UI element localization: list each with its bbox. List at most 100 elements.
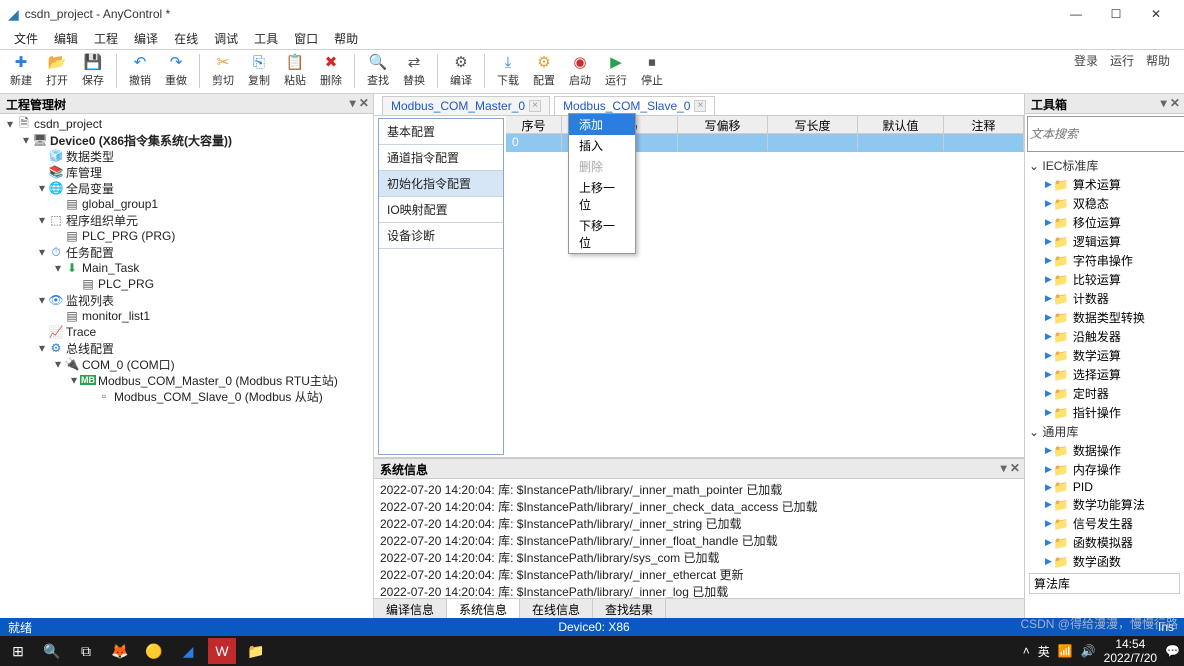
tree-twisty-icon[interactable]: ▾ (36, 341, 48, 355)
tree-node[interactable]: ▾⏱任务配置 (4, 244, 369, 260)
tree-twisty-icon[interactable]: ▾ (20, 133, 32, 147)
toolbox-item[interactable]: ▶📁指针操作 (1027, 403, 1182, 422)
search-icon[interactable]: 🔍 (38, 638, 66, 664)
toolbox-item[interactable]: ▶📁数学功能算法 (1027, 495, 1182, 514)
toolbox-item[interactable]: ▶📁比较运算 (1027, 270, 1182, 289)
tree-node[interactable]: ▾MBModbus_COM_Master_0 (Modbus RTU主站) (4, 372, 369, 388)
syslog-close-icon[interactable]: ▾ ✕ (1001, 461, 1020, 475)
ime-icon[interactable]: 英 (1038, 643, 1050, 660)
config-item[interactable]: 通道指令配置 (379, 145, 503, 171)
context-menu-item[interactable]: 添加 (569, 114, 635, 135)
menu-item[interactable]: 文件 (6, 28, 46, 49)
tree-node[interactable]: ▾🔌COM_0 (COM口) (4, 356, 369, 372)
tree-node[interactable]: ▾👁监视列表 (4, 292, 369, 308)
toolbox-search-input[interactable] (1027, 116, 1184, 152)
cell-wlen[interactable] (768, 134, 858, 151)
tool-打开[interactable]: 📂打开 (40, 52, 74, 88)
toolbox-item[interactable]: ▶📁逻辑运算 (1027, 232, 1182, 251)
menu-item[interactable]: 工具 (246, 28, 286, 49)
wifi-icon[interactable]: 📶 (1058, 644, 1073, 658)
tree-node[interactable]: ▫Modbus_COM_Slave_0 (Modbus 从站) (4, 388, 369, 404)
syslog-tab[interactable]: 系统信息 (447, 599, 520, 618)
tool-重做[interactable]: ↷重做 (159, 52, 193, 88)
tool-剪切[interactable]: ✂剪切 (206, 52, 240, 88)
toolbox-item[interactable]: ▶📁信号发生器 (1027, 514, 1182, 533)
toolbox-item[interactable]: ▶📁字符串操作 (1027, 251, 1182, 270)
toolbox-item[interactable]: ▶📁算术运算 (1027, 175, 1182, 194)
context-menu-item[interactable]: 上移一位 (569, 177, 635, 215)
toolbox-item[interactable]: ▶📁移位运算 (1027, 213, 1182, 232)
tool-启动[interactable]: ◉启动 (563, 52, 597, 88)
maximize-button[interactable]: ☐ (1096, 0, 1136, 28)
tree-node[interactable]: ▾🗎csdn_project (4, 116, 369, 132)
toolbox-item[interactable]: ▶📁选择运算 (1027, 365, 1182, 384)
config-item[interactable]: 初始化指令配置 (379, 171, 503, 197)
tree-node[interactable]: ▤PLC_PRG (4, 276, 369, 292)
toolbar-link[interactable]: 帮助 (1146, 52, 1170, 69)
toolbox-item[interactable]: ▶📁函数模拟器 (1027, 533, 1182, 552)
toolbox-item[interactable]: ▶📁定时器 (1027, 384, 1182, 403)
tree-twisty-icon[interactable]: ▾ (36, 293, 48, 307)
toolbox-category[interactable]: ⌄ IEC标准库 (1027, 156, 1182, 175)
toolbox-item[interactable]: ▶📁数学函数 (1027, 552, 1182, 571)
chrome-icon[interactable]: 🟡 (140, 638, 168, 664)
volume-icon[interactable]: 🔊 (1081, 644, 1096, 658)
editor-tab[interactable]: Modbus_COM_Master_0× (382, 96, 550, 115)
toolbox-item[interactable]: ▶📁内存操作 (1027, 460, 1182, 479)
tool-粘贴[interactable]: 📋粘贴 (278, 52, 312, 88)
tree-node[interactable]: ▾⬇Main_Task (4, 260, 369, 276)
tree-node[interactable]: ▾⬚程序组织单元 (4, 212, 369, 228)
close-button[interactable]: ✕ (1136, 0, 1176, 28)
tab-close-icon[interactable]: × (529, 100, 541, 112)
tool-查找[interactable]: 🔍查找 (361, 52, 395, 88)
toolbox-item[interactable]: ▶📁PID (1027, 479, 1182, 495)
menu-item[interactable]: 帮助 (326, 28, 366, 49)
toolbox-close-icon[interactable]: ▾ ✕ (1161, 96, 1180, 110)
start-button[interactable]: ⊞ (4, 638, 32, 664)
toolbox-item[interactable]: ▶📁数据类型转换 (1027, 308, 1182, 327)
toolbox-item[interactable]: ▶📁数据操作 (1027, 441, 1182, 460)
syslog-tab[interactable]: 在线信息 (520, 599, 593, 618)
tree-node[interactable]: ▾🌐全局变量 (4, 180, 369, 196)
context-menu-item[interactable]: 下移一位 (569, 215, 635, 253)
tree-node[interactable]: ▾🖥Device0 (X86指令集系统(大容量)) (4, 132, 369, 148)
toolbox-item[interactable]: ▶📁双稳态 (1027, 194, 1182, 213)
toolbox-item[interactable]: ▶📁计数器 (1027, 289, 1182, 308)
project-tree[interactable]: ▾🗎csdn_project▾🖥Device0 (X86指令集系统(大容量))🧊… (0, 114, 373, 618)
tree-node[interactable]: ▤monitor_list1 (4, 308, 369, 324)
tree-node[interactable]: 🧊数据类型 (4, 148, 369, 164)
tree-node[interactable]: ▾⚙总线配置 (4, 340, 369, 356)
toolbar-link[interactable]: 登录 (1074, 52, 1098, 69)
toolbox-tree[interactable]: ⌄ IEC标准库▶📁算术运算▶📁双稳态▶📁移位运算▶📁逻辑运算▶📁字符串操作▶📁… (1025, 154, 1184, 618)
firefox-icon[interactable]: 🦊 (106, 638, 134, 664)
menu-item[interactable]: 编辑 (46, 28, 86, 49)
toolbox-item[interactable]: ▶📁数学运算 (1027, 346, 1182, 365)
anycontrol-icon[interactable]: ◢ (174, 638, 202, 664)
wps-icon[interactable]: W (208, 638, 236, 664)
config-item[interactable]: IO映射配置 (379, 197, 503, 223)
task-view-icon[interactable]: ⧉ (72, 638, 100, 664)
tool-配置[interactable]: ⚙配置 (527, 52, 561, 88)
syslog-body[interactable]: 2022-07-20 14:20:04: 库: $InstancePath/li… (374, 479, 1024, 598)
menu-item[interactable]: 工程 (86, 28, 126, 49)
tree-node[interactable]: 📈Trace (4, 324, 369, 340)
tool-撤销[interactable]: ↶撤销 (123, 52, 157, 88)
cell-idx[interactable]: 0 (506, 134, 562, 151)
menu-item[interactable]: 调试 (206, 28, 246, 49)
tab-close-icon[interactable]: × (694, 100, 706, 112)
context-menu-item[interactable]: 插入 (569, 135, 635, 156)
syslog-tab[interactable]: 编译信息 (374, 599, 447, 618)
cell-woff[interactable] (678, 134, 768, 151)
tree-node[interactable]: ▤PLC_PRG (PRG) (4, 228, 369, 244)
toolbox-item[interactable]: ▶📁沿触发器 (1027, 327, 1182, 346)
tool-运行[interactable]: ▶运行 (599, 52, 633, 88)
tree-twisty-icon[interactable]: ▾ (36, 245, 48, 259)
menu-item[interactable]: 窗口 (286, 28, 326, 49)
tool-替换[interactable]: ⇄替换 (397, 52, 431, 88)
tool-删除[interactable]: ✖删除 (314, 52, 348, 88)
explorer-icon[interactable]: 📁 (242, 638, 270, 664)
toolbar-link[interactable]: 运行 (1110, 52, 1134, 69)
tree-twisty-icon[interactable]: ▾ (36, 181, 48, 195)
toolbox-bottom[interactable]: 算法库 (1029, 573, 1180, 594)
panel-close-icon[interactable]: ▾ ✕ (350, 96, 369, 110)
